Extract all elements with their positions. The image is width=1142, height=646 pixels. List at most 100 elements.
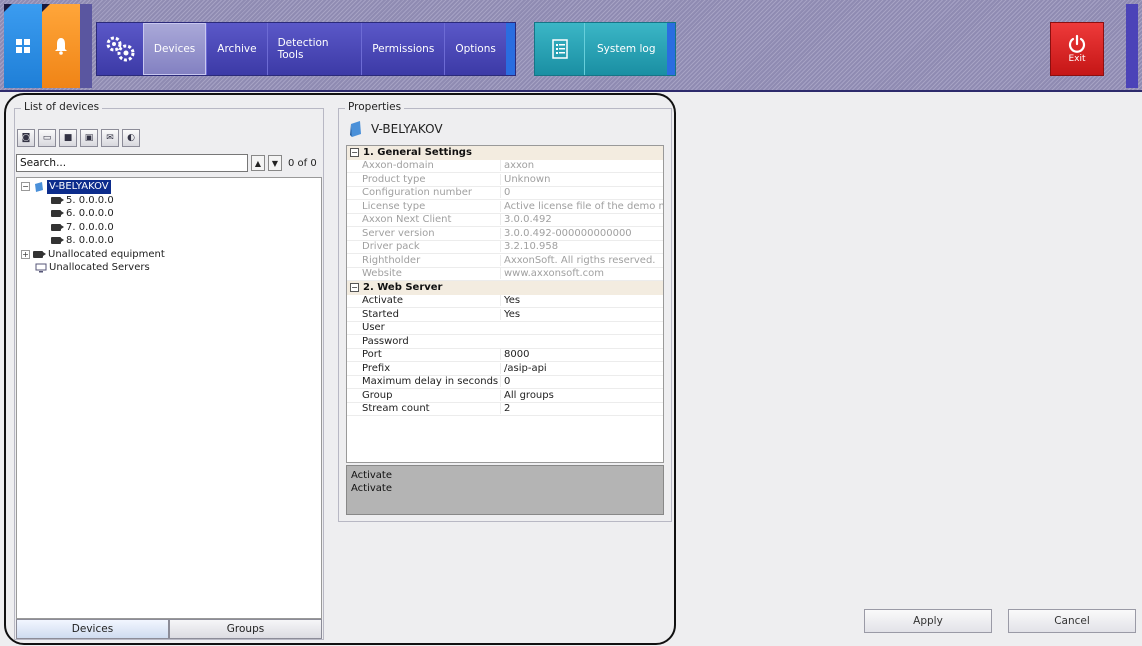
- search-input[interactable]: [16, 154, 248, 172]
- settings-menu: Devices Archive Detection Tools Permissi…: [96, 22, 516, 76]
- property-value: Active license file of the demo mo: [500, 200, 663, 212]
- property-value: 3.2.10.958: [500, 241, 663, 253]
- tree-row-camera[interactable]: 8. 0.0.0.0: [21, 234, 317, 248]
- search-next-button[interactable]: ▼: [268, 155, 282, 171]
- system-log-label: System log: [597, 43, 656, 55]
- section-title: 1. General Settings: [363, 147, 472, 159]
- alarms-tile-button[interactable]: [42, 4, 80, 88]
- property-row[interactable]: Configuration number 0: [347, 187, 663, 200]
- tab-archive[interactable]: Archive: [206, 23, 266, 75]
- tab-detection-tools[interactable]: Detection Tools: [266, 23, 362, 75]
- property-value: www.axxonsoft.com: [500, 268, 663, 280]
- description-title: Activate: [351, 470, 392, 481]
- property-row[interactable]: Axxon-domain axxon: [347, 160, 663, 173]
- tab-groups[interactable]: Groups: [169, 619, 322, 639]
- property-name: Configuration number: [362, 187, 473, 199]
- property-value: Unknown: [500, 173, 663, 185]
- collapse-icon[interactable]: −: [350, 283, 359, 293]
- property-row[interactable]: Stream count 2: [347, 403, 663, 416]
- property-name: Prefix: [362, 362, 391, 374]
- camera-search-icon: ◙: [21, 133, 31, 143]
- tree-row-camera[interactable]: 5. 0.0.0.0: [21, 194, 317, 208]
- camera-icon: [51, 196, 64, 204]
- search-count: 0 of 0: [288, 157, 317, 169]
- property-value: 8000: [500, 349, 663, 361]
- property-row[interactable]: Maximum delay in seconds 0: [347, 376, 663, 389]
- tile-corner: [42, 4, 50, 12]
- property-name: Rightholder: [362, 254, 421, 266]
- section-title: 2. Web Server: [363, 282, 443, 294]
- monitor-icon: [35, 263, 47, 273]
- tree-row-unallocated-servers[interactable]: Unallocated Servers: [21, 261, 317, 275]
- menu-edge: [505, 23, 515, 75]
- tab-permissions[interactable]: Permissions: [361, 23, 444, 75]
- property-name: Port: [362, 349, 382, 361]
- monitor-add-icon: ▭: [42, 133, 52, 143]
- property-value: Yes: [500, 308, 663, 320]
- camera-label: 8. 0.0.0.0: [66, 235, 114, 246]
- top-bar: Devices Archive Detection Tools Permissi…: [0, 0, 1142, 92]
- cancel-button[interactable]: Cancel: [1008, 609, 1136, 633]
- section-general-settings[interactable]: − 1. General Settings: [347, 146, 663, 160]
- property-name: Started: [362, 308, 399, 320]
- chevron-down-icon: ▼: [271, 158, 279, 168]
- property-value: 2: [500, 403, 663, 415]
- tab-devices[interactable]: Devices: [142, 23, 207, 75]
- add-server-button[interactable]: ▭: [38, 129, 56, 147]
- camera-label: 7. 0.0.0.0: [66, 221, 114, 233]
- property-row[interactable]: License type Active license file of the d…: [347, 200, 663, 214]
- tree-row-camera[interactable]: 7. 0.0.0.0: [21, 221, 317, 235]
- tab-options[interactable]: Options: [444, 23, 506, 75]
- properties-object-name: V-BELYAKOV: [371, 122, 443, 136]
- gears-icon: [106, 36, 135, 62]
- property-row[interactable]: Product type Unknown: [347, 173, 663, 187]
- exit-label: Exit: [1068, 54, 1086, 64]
- search-prev-button[interactable]: ▲: [251, 155, 265, 171]
- camera-add-icon: ■: [63, 133, 73, 143]
- exit-button[interactable]: Exit: [1050, 22, 1104, 76]
- property-row[interactable]: User: [347, 322, 663, 335]
- tab-devices-list[interactable]: Devices: [16, 619, 169, 639]
- property-row[interactable]: Axxon Next Client 3.0.0.492: [347, 214, 663, 227]
- top-divider: [80, 4, 92, 88]
- property-row[interactable]: Prefix/asip-api: [347, 362, 663, 376]
- add-sms-button[interactable]: ✉: [101, 129, 119, 147]
- property-row[interactable]: Started Yes: [347, 308, 663, 322]
- property-row[interactable]: Password: [347, 335, 663, 349]
- tree-row-unallocated-equipment[interactable]: + Unallocated equipment: [21, 248, 317, 262]
- speaker-add-icon: ◐: [127, 133, 135, 143]
- search-devices-button[interactable]: ◙: [17, 129, 35, 147]
- property-name: Password: [362, 335, 409, 347]
- property-row[interactable]: Port 8000: [347, 349, 663, 362]
- add-camera-button[interactable]: ■: [59, 129, 77, 147]
- section-web-server[interactable]: − 2. Web Server: [347, 281, 663, 295]
- property-row[interactable]: Group All groups: [347, 389, 663, 403]
- property-row[interactable]: Website www.axxonsoft.com: [347, 268, 663, 281]
- camera-icon: [51, 237, 64, 245]
- collapse-icon[interactable]: −: [21, 182, 30, 192]
- add-speaker-button[interactable]: ◐: [122, 129, 140, 147]
- search-row: ▲ ▼ 0 of 0: [16, 154, 322, 172]
- property-row[interactable]: Driver pack 3.2.10.958: [347, 241, 663, 254]
- property-row[interactable]: Server version 3.0.0.492-000000000000: [347, 227, 663, 241]
- settings-gear-button[interactable]: [97, 23, 143, 75]
- add-io-button[interactable]: ▣: [80, 129, 98, 147]
- property-name: Server version: [362, 227, 435, 239]
- devices-panel: List of devices ◙ ▭ ■ ▣ ✉ ◐ ▲ ▼ 0 of 0 −…: [14, 101, 324, 640]
- syslog-edge: [667, 23, 675, 75]
- tree-row-camera[interactable]: 6. 0.0.0.0: [21, 207, 317, 221]
- collapse-icon[interactable]: −: [350, 148, 359, 158]
- property-value: Yes: [500, 295, 663, 307]
- windows-icon: [16, 39, 30, 53]
- system-log-button[interactable]: System log: [534, 22, 676, 76]
- property-value: axxon: [500, 160, 663, 172]
- property-value: 3.0.0.492-000000000000: [500, 227, 663, 239]
- property-row[interactable]: Activate Yes: [347, 295, 663, 308]
- property-row[interactable]: Rightholder AxxonSoft. All rigths reserve…: [347, 254, 663, 268]
- expand-icon[interactable]: +: [21, 249, 30, 259]
- apply-button[interactable]: Apply: [864, 609, 992, 633]
- tree-row-server[interactable]: − V-BELYAKOV: [21, 180, 317, 194]
- unallocated-servers-label: Unallocated Servers: [49, 262, 150, 273]
- windows-tile-button[interactable]: [4, 4, 42, 88]
- property-value: All groups: [500, 389, 663, 401]
